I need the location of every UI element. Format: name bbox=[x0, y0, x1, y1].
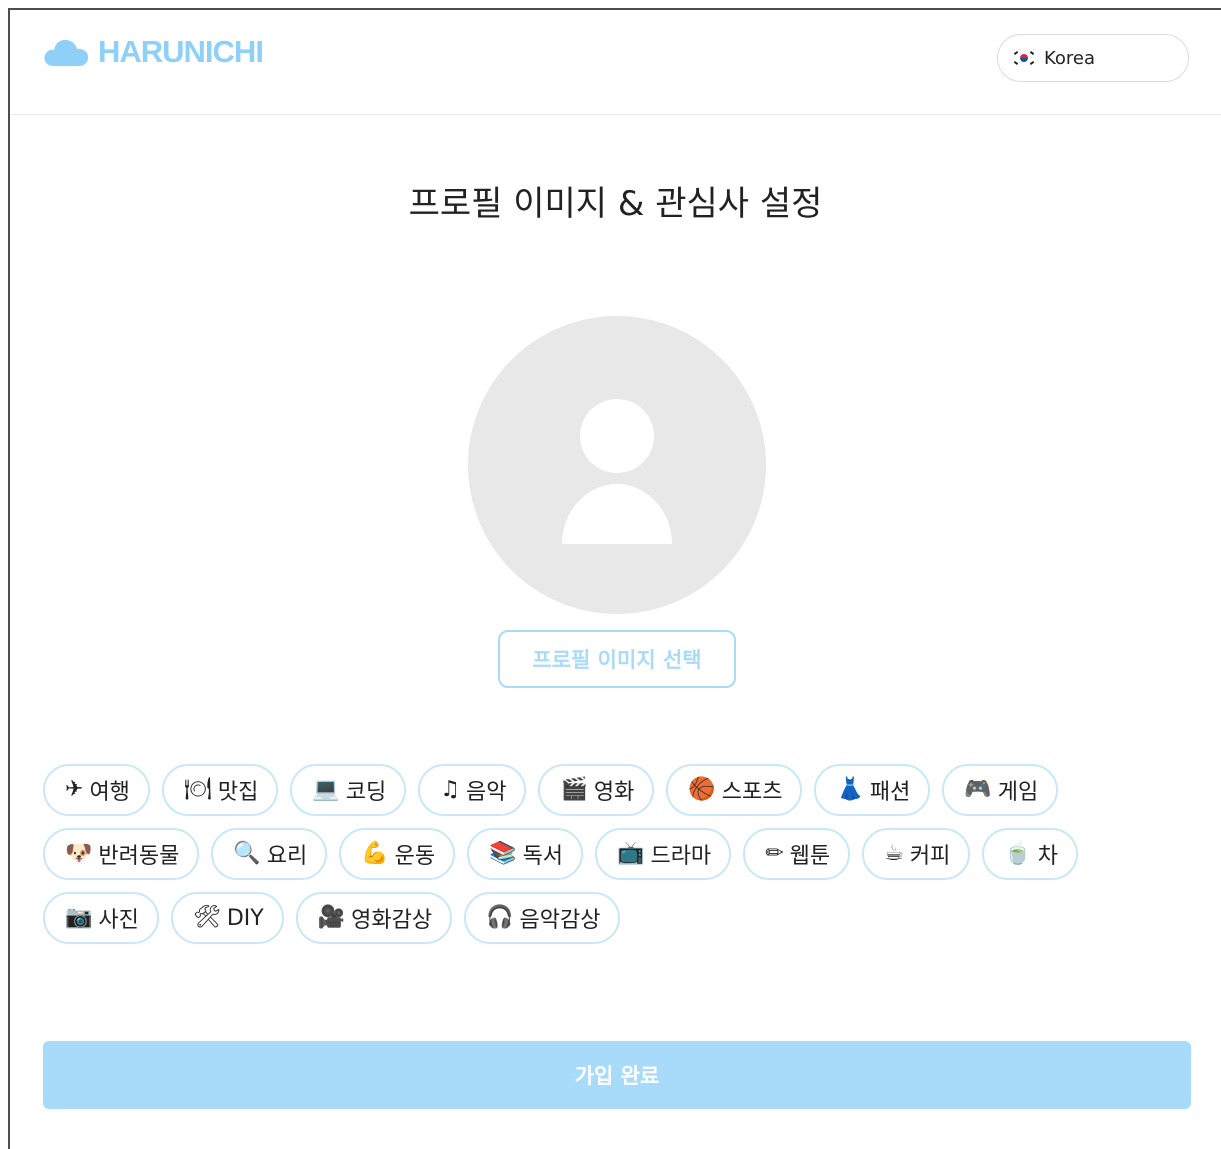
interest-tag[interactable]: 🍵 차 bbox=[982, 828, 1078, 880]
interest-tag-label: 게임 bbox=[997, 780, 1039, 805]
interest-tag-label: 코딩 bbox=[345, 780, 387, 805]
books-icon: 📚 bbox=[489, 841, 517, 866]
interest-tag-label: 차 bbox=[1037, 844, 1058, 869]
interest-tag[interactable]: 🎥 영화감상 bbox=[295, 892, 453, 944]
interest-tag[interactable]: 🛠 DIY bbox=[170, 892, 284, 944]
dress-icon: 👗 bbox=[836, 777, 864, 802]
interest-tag[interactable]: 🐶 반려동물 bbox=[43, 828, 200, 880]
interest-tag[interactable]: 💻 코딩 bbox=[290, 764, 407, 816]
interest-tag-label: 음악 bbox=[465, 780, 507, 805]
interest-tag-label: 요리 bbox=[266, 844, 308, 869]
interest-row: 🐶 반려동물 🔍 요리 💪 운동 📚 독서 📺 드라마 ✏ 웹툰 ☕ 커피 🍵 차 bbox=[43, 828, 1193, 880]
interest-tag-label: 맛집 bbox=[217, 780, 259, 805]
magnifier-icon: 🔍 bbox=[233, 841, 261, 866]
clapperboard-icon: 🎬 bbox=[560, 777, 588, 802]
interest-tag[interactable]: ✏ 웹툰 bbox=[743, 828, 851, 880]
tools-icon: 🛠 bbox=[192, 905, 221, 930]
tv-icon: 📺 bbox=[617, 841, 645, 866]
interest-row: 📷 사진 🛠 DIY 🎥 영화감상 🎧 음악감상 bbox=[43, 892, 1193, 944]
cloud-icon bbox=[44, 39, 89, 66]
camera-icon: 📷 bbox=[65, 905, 93, 930]
interest-tag[interactable]: 🎬 영화 bbox=[538, 764, 655, 816]
header: HARUNICHI Korea bbox=[10, 10, 1221, 115]
interest-tag-label: 영화 bbox=[593, 780, 635, 805]
language-selector[interactable]: Korea bbox=[997, 34, 1189, 82]
tea-icon: 🍵 bbox=[1004, 841, 1032, 866]
interest-tag-label: 음악감상 bbox=[519, 908, 601, 933]
interest-tag-label: 패션 bbox=[869, 780, 911, 805]
interest-tags: ✈ 여행 🍽 맛집 💻 코딩 ♫ 음악 🎬 영화 🏀 스포츠 👗 패션 🎮 게임 🐶 반려동물 🔍 요리 💪 운동 📚 독서… bbox=[43, 764, 1193, 956]
interest-tag[interactable]: ✈ 여행 bbox=[43, 764, 150, 816]
coffee-icon: ☕ bbox=[884, 841, 904, 866]
airplane-icon: ✈ bbox=[65, 777, 84, 802]
interest-tag[interactable]: 🔍 요리 bbox=[211, 828, 328, 880]
interest-tag-label: 드라마 bbox=[650, 844, 712, 869]
interest-tag[interactable]: 💪 운동 bbox=[339, 828, 456, 880]
interest-tag-label: 사진 bbox=[98, 908, 139, 933]
interest-tag-label: 운동 bbox=[394, 844, 436, 869]
interest-tag-label: 여행 bbox=[89, 780, 130, 805]
headphones-icon: 🎧 bbox=[486, 905, 514, 930]
interest-tag[interactable]: 👗 패션 bbox=[814, 764, 931, 816]
profile-avatar[interactable] bbox=[468, 316, 766, 614]
interest-tag-label: 스포츠 bbox=[721, 780, 783, 805]
user-placeholder-icon bbox=[562, 399, 672, 544]
interest-tag[interactable]: 📺 드라마 bbox=[595, 828, 732, 880]
dog-icon: 🐶 bbox=[65, 841, 93, 866]
interest-tag[interactable]: ☕ 커피 bbox=[862, 828, 971, 880]
logo[interactable]: HARUNICHI bbox=[42, 34, 264, 70]
interest-tag[interactable]: 🎮 게임 bbox=[942, 764, 1059, 816]
choose-profile-image-button[interactable]: 프로필 이미지 선택 bbox=[498, 630, 736, 688]
pencil-icon: ✏ bbox=[765, 841, 784, 866]
interest-tag-label: 웹툰 bbox=[789, 844, 831, 869]
interest-tag[interactable]: 🏀 스포츠 bbox=[666, 764, 803, 816]
interest-tag-label: 영화감상 bbox=[351, 908, 433, 933]
dining-icon: 🍽 bbox=[183, 777, 212, 802]
language-label: Korea bbox=[1044, 47, 1096, 69]
korea-flag-icon bbox=[1013, 51, 1035, 65]
interest-tag-label: DIY bbox=[226, 905, 264, 931]
interest-tag-label: 반려동물 bbox=[98, 844, 180, 869]
muscle-icon: 💪 bbox=[361, 841, 389, 866]
gamepad-icon: 🎮 bbox=[964, 777, 992, 802]
interest-tag[interactable]: 🎧 음악감상 bbox=[464, 892, 621, 944]
logo-text: HARUNICHI bbox=[98, 34, 264, 69]
interest-tag[interactable]: ♫ 음악 bbox=[418, 764, 527, 816]
interest-tag[interactable]: 🍽 맛집 bbox=[161, 764, 279, 816]
app-window: HARUNICHI Korea 프로필 이미지 & 관심사 설정 프로필 이미지… bbox=[8, 8, 1221, 1149]
music-note-icon: ♫ bbox=[440, 777, 460, 802]
basketball-icon: 🏀 bbox=[688, 777, 716, 802]
laptop-icon: 💻 bbox=[312, 777, 340, 802]
signup-complete-button[interactable]: 가입 완료 bbox=[43, 1041, 1191, 1109]
interest-tag[interactable]: 📚 독서 bbox=[467, 828, 584, 880]
interest-tag-label: 독서 bbox=[522, 844, 564, 869]
interest-tag[interactable]: 📷 사진 bbox=[43, 892, 159, 944]
page-title: 프로필 이미지 & 관심사 설정 bbox=[408, 184, 823, 224]
interest-row: ✈ 여행 🍽 맛집 💻 코딩 ♫ 음악 🎬 영화 🏀 스포츠 👗 패션 🎮 게임 bbox=[43, 764, 1193, 816]
movie-camera-icon: 🎥 bbox=[317, 905, 346, 930]
interest-tag-label: 커피 bbox=[909, 844, 951, 869]
